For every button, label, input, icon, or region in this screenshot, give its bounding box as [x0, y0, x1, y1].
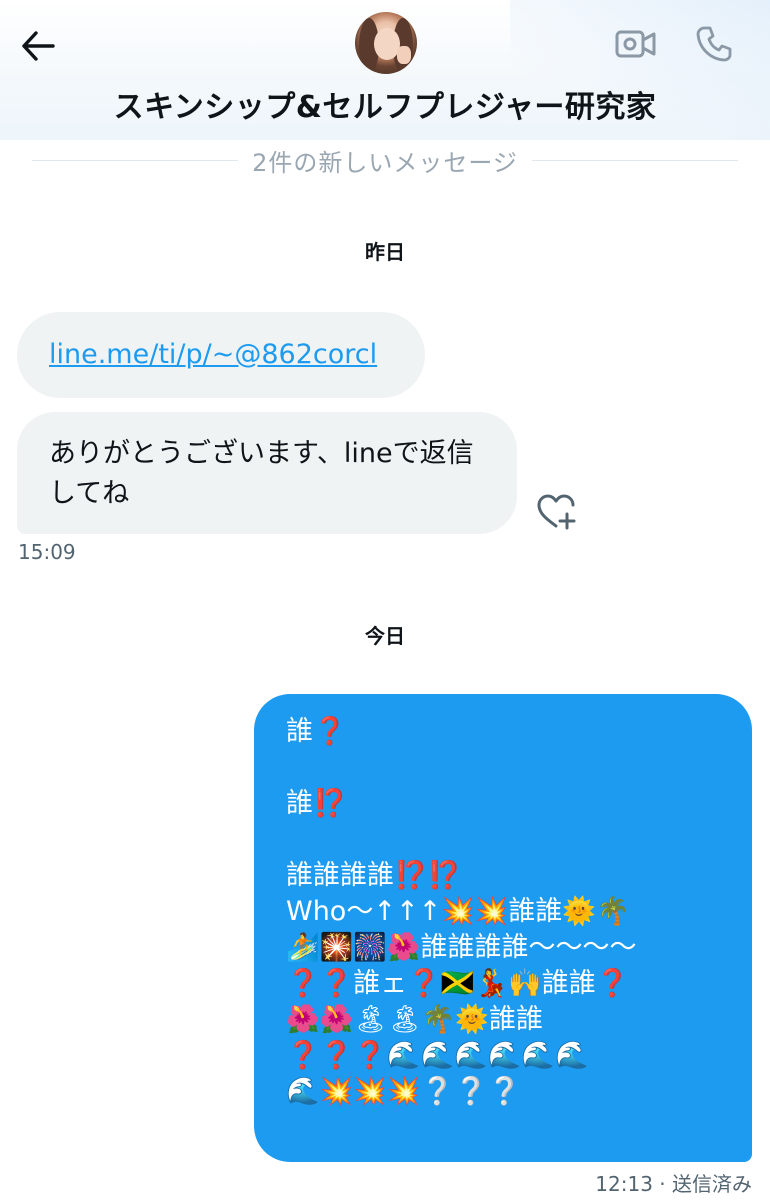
received-link-message[interactable]: line.me/ti/p/~@862corcl	[17, 312, 425, 398]
message-text: ありがとうございます、lineで返信してね	[49, 438, 474, 509]
line-link[interactable]: line.me/ti/p/~@862corcl	[49, 339, 377, 370]
voice-call-button[interactable]	[690, 20, 738, 68]
dm-conversation-screen: スキンシップ&セルフプレジャー研究家 2件の新しいメッセージ 昨日 line.m…	[0, 0, 770, 1200]
divider-line	[531, 159, 739, 161]
received-text-message[interactable]: ありがとうございます、lineで返信してね	[17, 412, 517, 534]
video-camera-icon	[615, 30, 656, 58]
video-call-button[interactable]	[612, 22, 660, 66]
contact-avatar[interactable]	[355, 12, 417, 74]
add-reaction-button[interactable]	[532, 488, 580, 536]
arrow-left-icon	[22, 31, 55, 61]
phone-icon	[696, 26, 732, 62]
sent-message[interactable]: 誰❓ 誰⁉️ 誰誰誰誰⁉️⁉️ Who〜↑↑↑💥💥誰誰🌞🌴 🏄🎇🎆🌺誰誰誰誰〜〜…	[254, 694, 752, 1162]
new-messages-label: 2件の新しいメッセージ	[252, 148, 518, 177]
divider-line	[32, 159, 239, 161]
day-label-yesterday: 昨日	[365, 240, 405, 264]
new-messages-divider: 2件の新しいメッセージ	[32, 140, 739, 180]
heart-plus-icon	[537, 494, 576, 530]
back-button[interactable]	[14, 22, 62, 70]
sent-status: 12:13 · 送信済み	[595, 1172, 752, 1196]
contact-name[interactable]: スキンシップ&セルフプレジャー研究家	[0, 86, 770, 130]
received-timestamp: 15:09	[18, 540, 76, 564]
day-label-today: 今日	[365, 624, 405, 648]
